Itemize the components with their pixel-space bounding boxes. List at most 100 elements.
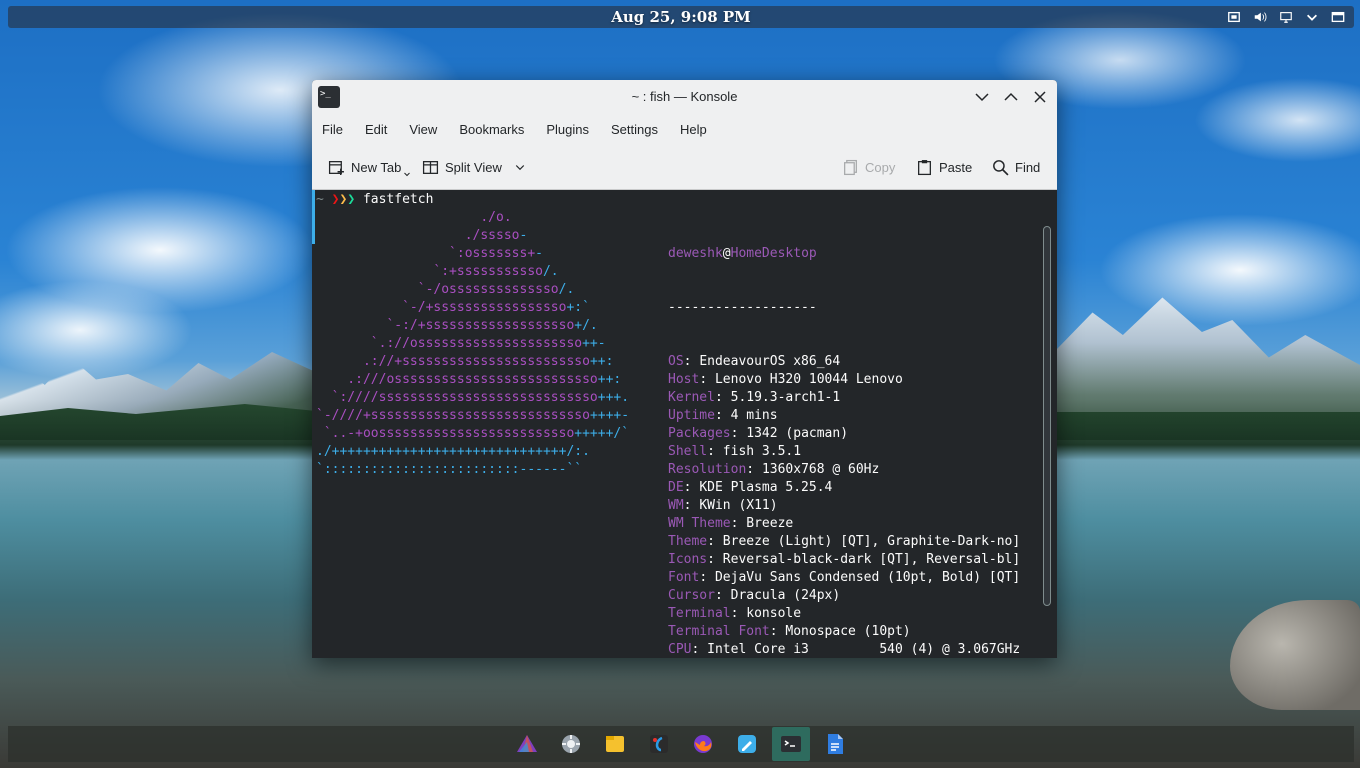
- info-colon: :: [699, 570, 715, 585]
- info-value: Dracula (24px): [730, 588, 841, 603]
- copy-button[interactable]: Copy: [842, 156, 895, 178]
- info-colon: :: [730, 606, 747, 621]
- logo-segment: ++:: [589, 354, 614, 369]
- info-value: KDE Plasma 5.25.4: [699, 480, 833, 495]
- logo-line: `-/ossssssssssssso/.: [316, 281, 629, 299]
- info-value: fish 3.5.1: [722, 444, 802, 459]
- info-value: konsole: [746, 606, 802, 621]
- konsole-window: >_ ~ : fish — Konsole File Edit View Boo…: [312, 80, 1057, 658]
- logo-segment: `:::::::::::::::::::::::::------``: [316, 462, 583, 477]
- text-editor-icon: [738, 735, 756, 753]
- info-key: OS: [668, 354, 684, 369]
- dock-item[interactable]: [728, 727, 766, 761]
- info-key: Icons: [668, 552, 708, 567]
- menu-help[interactable]: Help: [680, 122, 707, 137]
- info-colon: :: [707, 534, 723, 549]
- prompt-line: ~ ❯❯❯ fastfetch: [316, 191, 433, 209]
- info-value: Breeze (Light) [QT], Graphite-Dark-no]: [722, 534, 1021, 549]
- system-tray: [1226, 9, 1346, 25]
- info-colon: :: [699, 372, 715, 387]
- info-key: Terminal Font: [668, 624, 770, 639]
- find-button[interactable]: Find: [992, 156, 1040, 178]
- split-view-icon: [422, 160, 439, 174]
- dock-item[interactable]: [596, 727, 634, 761]
- dock-item[interactable]: [816, 727, 854, 761]
- info-row: Icons: Reversal-black-dark [QT], Reversa…: [668, 551, 1030, 569]
- chevron-down-icon: [404, 172, 411, 177]
- info-row: Uptime: 4 mins: [668, 407, 1030, 425]
- hostname: HomeDesktop: [730, 246, 817, 261]
- active-line-marker: [312, 190, 315, 244]
- split-view-button[interactable]: Split View: [422, 156, 526, 178]
- top-panel: Aug 25, 9:08 PM: [8, 6, 1354, 28]
- info-value: Intel Core i3 540 (4) @ 3.067GHz: [707, 642, 1021, 657]
- system-settings-icon: [562, 735, 580, 753]
- info-key: Packages: [668, 426, 731, 441]
- prompt-command: fastfetch: [362, 192, 434, 207]
- logo-segment: `:////ssssssssssssssssssssssssssso: [316, 390, 598, 405]
- dock-items: [8, 726, 1354, 762]
- menu-settings[interactable]: Settings: [611, 122, 658, 137]
- info-value: EndeavourOS x86_64: [699, 354, 841, 369]
- minimize-button[interactable]: [972, 87, 991, 106]
- info-key: CPU: [668, 642, 692, 657]
- new-tab-icon: [328, 160, 344, 175]
- menu-bookmarks[interactable]: Bookmarks: [459, 122, 524, 137]
- info-row: Terminal: konsole: [668, 605, 1030, 623]
- window-icon[interactable]: [1330, 9, 1346, 25]
- info-key: Uptime: [668, 408, 715, 423]
- split-view-label: Split View: [445, 159, 502, 175]
- info-colon: :: [707, 444, 723, 459]
- chevron-down-icon[interactable]: [514, 161, 526, 173]
- chevron-down-icon[interactable]: [1304, 9, 1320, 25]
- maximize-button[interactable]: [1001, 87, 1020, 106]
- window-title: ~ : fish — Konsole: [631, 89, 738, 104]
- info-row: Cursor: Dracula (24px): [668, 587, 1030, 605]
- info-row: Shell: fish 3.5.1: [668, 443, 1030, 461]
- volume-icon[interactable]: [1252, 9, 1268, 25]
- menu-edit[interactable]: Edit: [365, 122, 387, 137]
- paste-button[interactable]: Paste: [916, 156, 972, 178]
- panel-clock[interactable]: Aug 25, 9:08 PM: [8, 8, 1354, 26]
- display-icon[interactable]: [1278, 9, 1294, 25]
- window-titlebar[interactable]: >_ ~ : fish — Konsole: [312, 80, 1057, 114]
- firefox-icon: [694, 735, 712, 753]
- screenshot-icon[interactable]: [1226, 9, 1242, 25]
- logo-line: `:::::::::::::::::::::::::------``: [316, 461, 629, 479]
- close-button[interactable]: [1030, 87, 1049, 106]
- dock-item[interactable]: [640, 727, 678, 761]
- dock-item[interactable]: [772, 727, 810, 761]
- terminal-view[interactable]: ~ ❯❯❯ fastfetch ./o. ./sssso- `:osssssss…: [312, 190, 1057, 658]
- dock-item[interactable]: [684, 727, 722, 761]
- menu-plugins[interactable]: Plugins: [546, 122, 589, 137]
- logo-segment: /.: [558, 282, 575, 297]
- menu-file[interactable]: File: [322, 122, 343, 137]
- info-row: OS: EndeavourOS x86_64: [668, 353, 1030, 371]
- info-colon: :: [769, 624, 786, 639]
- logo-segment: +++++/`: [574, 426, 630, 441]
- dock-item[interactable]: [508, 727, 546, 761]
- info-value: 4 mins: [730, 408, 778, 423]
- logo-line: `:+sssssssssso/.: [316, 263, 629, 281]
- info-key: Resolution: [668, 462, 747, 477]
- paste-label: Paste: [939, 159, 973, 175]
- logo-line: `-/+sssssssssssssssso+:`: [316, 299, 629, 317]
- info-colon: :: [683, 498, 700, 513]
- new-tab-button[interactable]: New Tab: [328, 156, 411, 178]
- info-row: Packages: 1342 (pacman): [668, 425, 1030, 443]
- terminal-scrollbar[interactable]: [1043, 226, 1051, 606]
- logo-segment: .://+ssssssssssssssssssssssso: [316, 354, 590, 369]
- info-key: Kernel: [668, 390, 715, 405]
- logo-segment: `:+sssssssssso: [316, 264, 543, 279]
- logo-segment: /.: [542, 264, 559, 279]
- dock-item[interactable]: [552, 727, 590, 761]
- info-colon: :: [730, 426, 747, 441]
- logo-line: `:////ssssssssssssssssssssssssssso+++.: [316, 389, 629, 407]
- logo-line: `..-+oosssssssssssssssssssssssso+++++/`: [316, 425, 629, 443]
- info-colon: :: [714, 588, 731, 603]
- info-row: DE: KDE Plasma 5.25.4: [668, 479, 1030, 497]
- info-colon: :: [683, 354, 700, 369]
- menu-view[interactable]: View: [409, 122, 437, 137]
- separator-line: -------------------: [668, 300, 817, 315]
- info-row: WM Theme: Breeze: [668, 515, 1030, 533]
